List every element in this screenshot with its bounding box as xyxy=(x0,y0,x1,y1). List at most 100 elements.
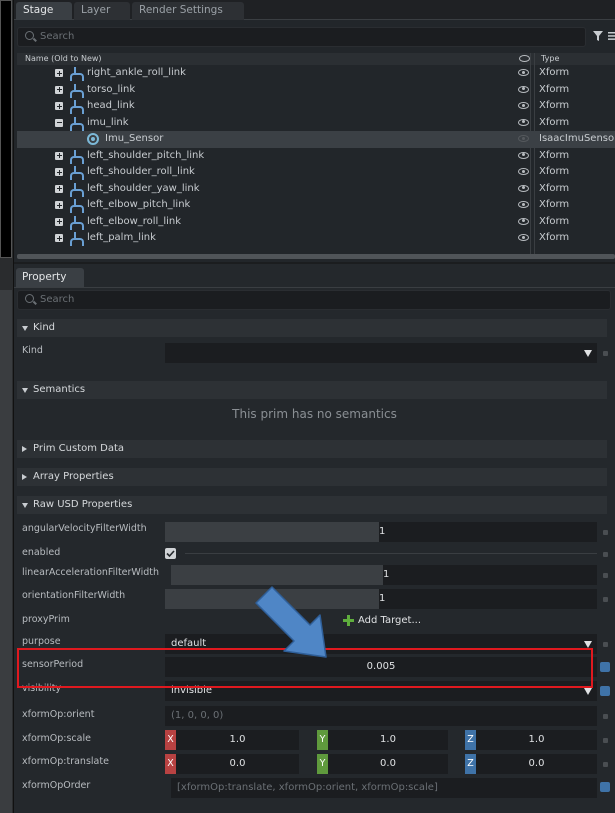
tab-stage[interactable]: Stage xyxy=(16,2,72,20)
tab-render-settings[interactable]: Render Settings xyxy=(132,2,244,20)
default-indicator[interactable] xyxy=(603,351,608,356)
expand-icon[interactable] xyxy=(55,184,63,193)
xform-icon xyxy=(69,100,84,114)
modified-indicator[interactable] xyxy=(600,662,610,672)
tree-row-selected[interactable]: Imu_Sensor IsaacImuSensor xyxy=(17,131,615,148)
tab-property[interactable]: Property xyxy=(16,268,84,287)
tree-row[interactable]: left_shoulder_yaw_link Xform xyxy=(17,181,615,198)
angular-velocity-filter-width-slider[interactable]: 1 xyxy=(165,522,597,542)
property-search-input[interactable]: Search xyxy=(17,290,611,310)
property-tab-divider xyxy=(14,287,615,288)
default-indicator[interactable] xyxy=(603,530,608,535)
collapse-icon xyxy=(22,503,28,508)
tree-row[interactable]: head_link Xform xyxy=(17,98,615,115)
xform-icon xyxy=(69,116,84,131)
options-icon[interactable] xyxy=(606,32,615,40)
horizontal-scrollbar[interactable] xyxy=(17,254,615,259)
default-indicator[interactable] xyxy=(603,738,608,743)
expand-icon[interactable] xyxy=(55,168,63,176)
xform-op-order-field[interactable]: [xformOp:translate, xformOp:orient, xfor… xyxy=(171,778,597,798)
tree-row[interactable]: right_ankle_roll_link Xform xyxy=(17,65,615,82)
xform-orient-field[interactable]: (1, 0, 0, 0) xyxy=(165,706,597,726)
default-indicator[interactable] xyxy=(603,714,608,719)
tab-layer[interactable]: Layer xyxy=(74,2,130,20)
semantics-empty-note: This prim has no semantics xyxy=(232,407,397,421)
default-indicator[interactable] xyxy=(603,552,608,557)
kind-section-header[interactable]: Kind xyxy=(17,319,607,337)
section-title: Prim Custom Data xyxy=(33,443,125,454)
slider-fill xyxy=(171,565,383,585)
prim-name: left_shoulder_pitch_link xyxy=(87,149,205,161)
eye-icon[interactable] xyxy=(518,69,529,76)
orientation-filter-width-slider[interactable]: 1 xyxy=(165,589,597,609)
viewport-preview xyxy=(0,0,12,258)
stage-panel: Stage Layer Render Settings Search Name … xyxy=(14,0,615,262)
tree-row[interactable]: torso_link Xform xyxy=(17,82,615,99)
section-title: Raw USD Properties xyxy=(33,499,133,510)
kind-label: Kind xyxy=(22,345,43,356)
column-type[interactable]: Type xyxy=(541,53,559,65)
expand-icon xyxy=(22,474,27,480)
modified-indicator[interactable] xyxy=(600,782,610,792)
xform-scale-label: xformOp:scale xyxy=(22,733,91,744)
eye-icon[interactable] xyxy=(518,201,529,208)
expand-icon[interactable] xyxy=(55,234,63,242)
tree-row[interactable]: imu_link Xform xyxy=(17,115,615,132)
tree-row[interactable]: left_shoulder_pitch_link Xform xyxy=(17,148,615,165)
default-indicator[interactable] xyxy=(603,573,608,578)
translate-x-field[interactable]: 0.0 xyxy=(176,754,299,774)
eye-icon[interactable] xyxy=(518,184,529,192)
eye-icon[interactable] xyxy=(518,85,529,93)
tree-row[interactable]: left_shoulder_roll_link Xform xyxy=(17,164,615,181)
annotation-arrow-icon xyxy=(255,586,327,658)
array-properties-header[interactable]: Array Properties xyxy=(17,468,607,486)
default-indicator[interactable] xyxy=(603,642,608,647)
add-target-button[interactable]: Add Target... xyxy=(343,614,433,628)
expand-icon[interactable] xyxy=(55,151,63,160)
tree-row[interactable]: left_palm_link Xform xyxy=(17,230,615,247)
search-icon xyxy=(25,294,34,303)
slider-fill xyxy=(165,522,379,542)
collapse-icon xyxy=(22,388,28,393)
tree-row[interactable]: left_elbow_roll_link Xform xyxy=(17,214,615,231)
axis-z-label: Z xyxy=(465,730,476,750)
eye-icon[interactable] xyxy=(518,234,529,241)
prim-name: head_link xyxy=(87,100,135,111)
expand-icon[interactable] xyxy=(55,217,63,226)
default-indicator[interactable] xyxy=(603,762,608,767)
scale-z-field[interactable]: 1.0 xyxy=(476,730,597,750)
search-icon xyxy=(25,31,34,40)
expand-icon[interactable] xyxy=(55,69,63,77)
stage-tabbar: Stage Layer Render Settings xyxy=(14,0,615,20)
eye-icon[interactable] xyxy=(518,168,529,175)
expand-icon[interactable] xyxy=(55,201,63,209)
dropdown-arrow-icon xyxy=(584,641,592,648)
expand-icon[interactable] xyxy=(55,102,63,110)
scale-y-field[interactable]: 1.0 xyxy=(328,730,448,750)
linear-acceleration-filter-width-slider[interactable]: 1 xyxy=(171,565,597,585)
divider xyxy=(185,553,597,554)
tree-row[interactable]: left_elbow_pitch_link Xform xyxy=(17,197,615,214)
translate-y-field[interactable]: 0.0 xyxy=(328,754,448,774)
prim-name: left_elbow_pitch_link xyxy=(87,199,191,210)
column-name[interactable]: Name (Old to New) xyxy=(25,53,102,65)
expand-icon[interactable] xyxy=(55,85,63,94)
eye-icon[interactable] xyxy=(518,135,529,142)
modified-indicator[interactable] xyxy=(600,686,610,696)
scale-x-field[interactable]: 1.0 xyxy=(176,730,299,750)
kind-dropdown[interactable] xyxy=(165,343,597,363)
raw-usd-properties-header[interactable]: Raw USD Properties xyxy=(17,496,607,514)
prim-custom-data-header[interactable]: Prim Custom Data xyxy=(17,440,607,458)
collapse-icon[interactable] xyxy=(55,118,63,127)
filter-icon[interactable] xyxy=(593,30,603,42)
translate-z-field[interactable]: 0.0 xyxy=(476,754,597,774)
default-indicator[interactable] xyxy=(603,597,608,602)
translate-y-value: 0.0 xyxy=(380,758,396,769)
eye-icon[interactable] xyxy=(518,217,529,225)
eye-icon[interactable] xyxy=(518,118,529,126)
enabled-checkbox[interactable] xyxy=(165,548,176,559)
stage-search-input[interactable]: Search xyxy=(17,27,586,47)
semantics-section-header[interactable]: Semantics xyxy=(17,381,607,399)
eye-icon[interactable] xyxy=(518,102,529,109)
eye-icon[interactable] xyxy=(518,151,529,159)
